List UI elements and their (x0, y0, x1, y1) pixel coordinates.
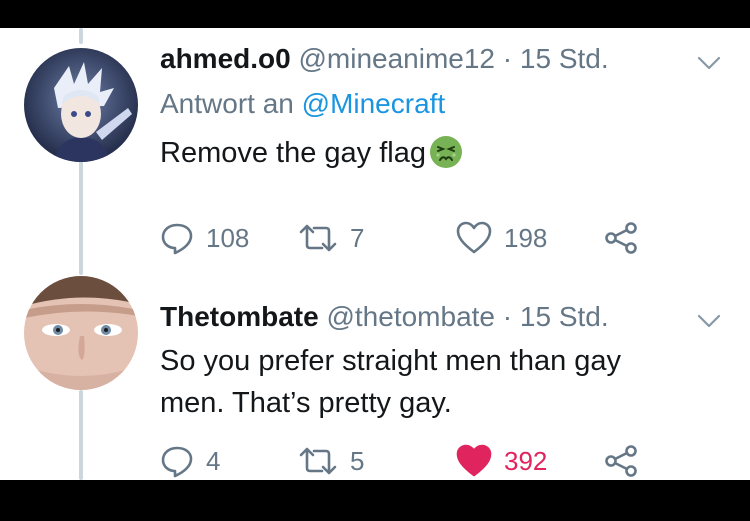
chevron-down-icon[interactable] (696, 308, 722, 334)
tweet-text: So you prefer straight men than gay men.… (160, 340, 700, 424)
retweet-icon (299, 224, 337, 252)
reply-mention-link[interactable]: @Minecraft (302, 88, 446, 119)
tweet-text-line: So you prefer straight men than gay (160, 345, 622, 377)
tweet-text-line: men. That’s pretty gay. (160, 387, 452, 419)
timestamp[interactable]: 15 Std. (520, 301, 609, 332)
retweet-count: 7 (350, 222, 365, 253)
user-handle[interactable]: @mineanime12 (298, 43, 495, 74)
retweet-button[interactable]: 5 (298, 443, 364, 479)
share-button[interactable] (604, 443, 650, 479)
tweet-text-content: Remove the gay flag (160, 137, 426, 169)
reply-button[interactable]: 4 (160, 443, 220, 479)
share-icon (605, 222, 637, 254)
like-icon (456, 221, 492, 254)
reply-count: 4 (206, 445, 221, 476)
tweet-header: ahmed.o0 @mineanime12 · 15 Std. (160, 43, 609, 75)
like-button[interactable]: 392 (456, 443, 547, 479)
share-button[interactable] (604, 220, 650, 256)
timestamp[interactable]: 15 Std. (520, 43, 609, 74)
chevron-down-icon[interactable] (696, 50, 722, 76)
avatar-thetombate[interactable] (24, 276, 138, 390)
reply-prefix: Antwort an (160, 88, 294, 119)
user-handle[interactable]: @thetombate (326, 301, 495, 332)
timeline-panel: ahmed.o0 @mineanime12 · 15 Std. Antwort … (0, 28, 750, 480)
tweet-header: Thetombate @thetombate · 15 Std. (160, 301, 609, 333)
like-count: 392 (504, 445, 548, 476)
tweet-actions: 4 5 392 (160, 443, 660, 479)
like-count: 198 (504, 222, 548, 253)
like-button[interactable]: 198 (456, 220, 547, 256)
reply-icon (161, 446, 193, 478)
like-icon (456, 444, 492, 477)
reply-button[interactable]: 108 (160, 220, 249, 256)
tweet-actions: 108 7 198 (160, 220, 660, 256)
tweet-reply[interactable]: Thetombate @thetombate · 15 Std. So you … (0, 266, 750, 480)
reply-icon (161, 223, 193, 255)
reply-context: Antwort an @Minecraft (160, 88, 445, 120)
retweet-icon (299, 447, 337, 475)
time-separator: · (502, 301, 513, 332)
share-icon (605, 445, 637, 477)
tweet-text: Remove the gay flag (160, 132, 700, 174)
nauseated-face-emoji (429, 136, 462, 168)
avatar-ahmed[interactable] (24, 48, 138, 162)
retweet-count: 5 (350, 445, 365, 476)
time-separator: · (502, 43, 513, 74)
reply-count: 108 (206, 222, 250, 253)
display-name[interactable]: ahmed.o0 (160, 43, 291, 74)
display-name[interactable]: Thetombate (160, 301, 319, 332)
retweet-button[interactable]: 7 (298, 220, 364, 256)
tweet-original[interactable]: ahmed.o0 @mineanime12 · 15 Std. Antwort … (0, 28, 750, 258)
